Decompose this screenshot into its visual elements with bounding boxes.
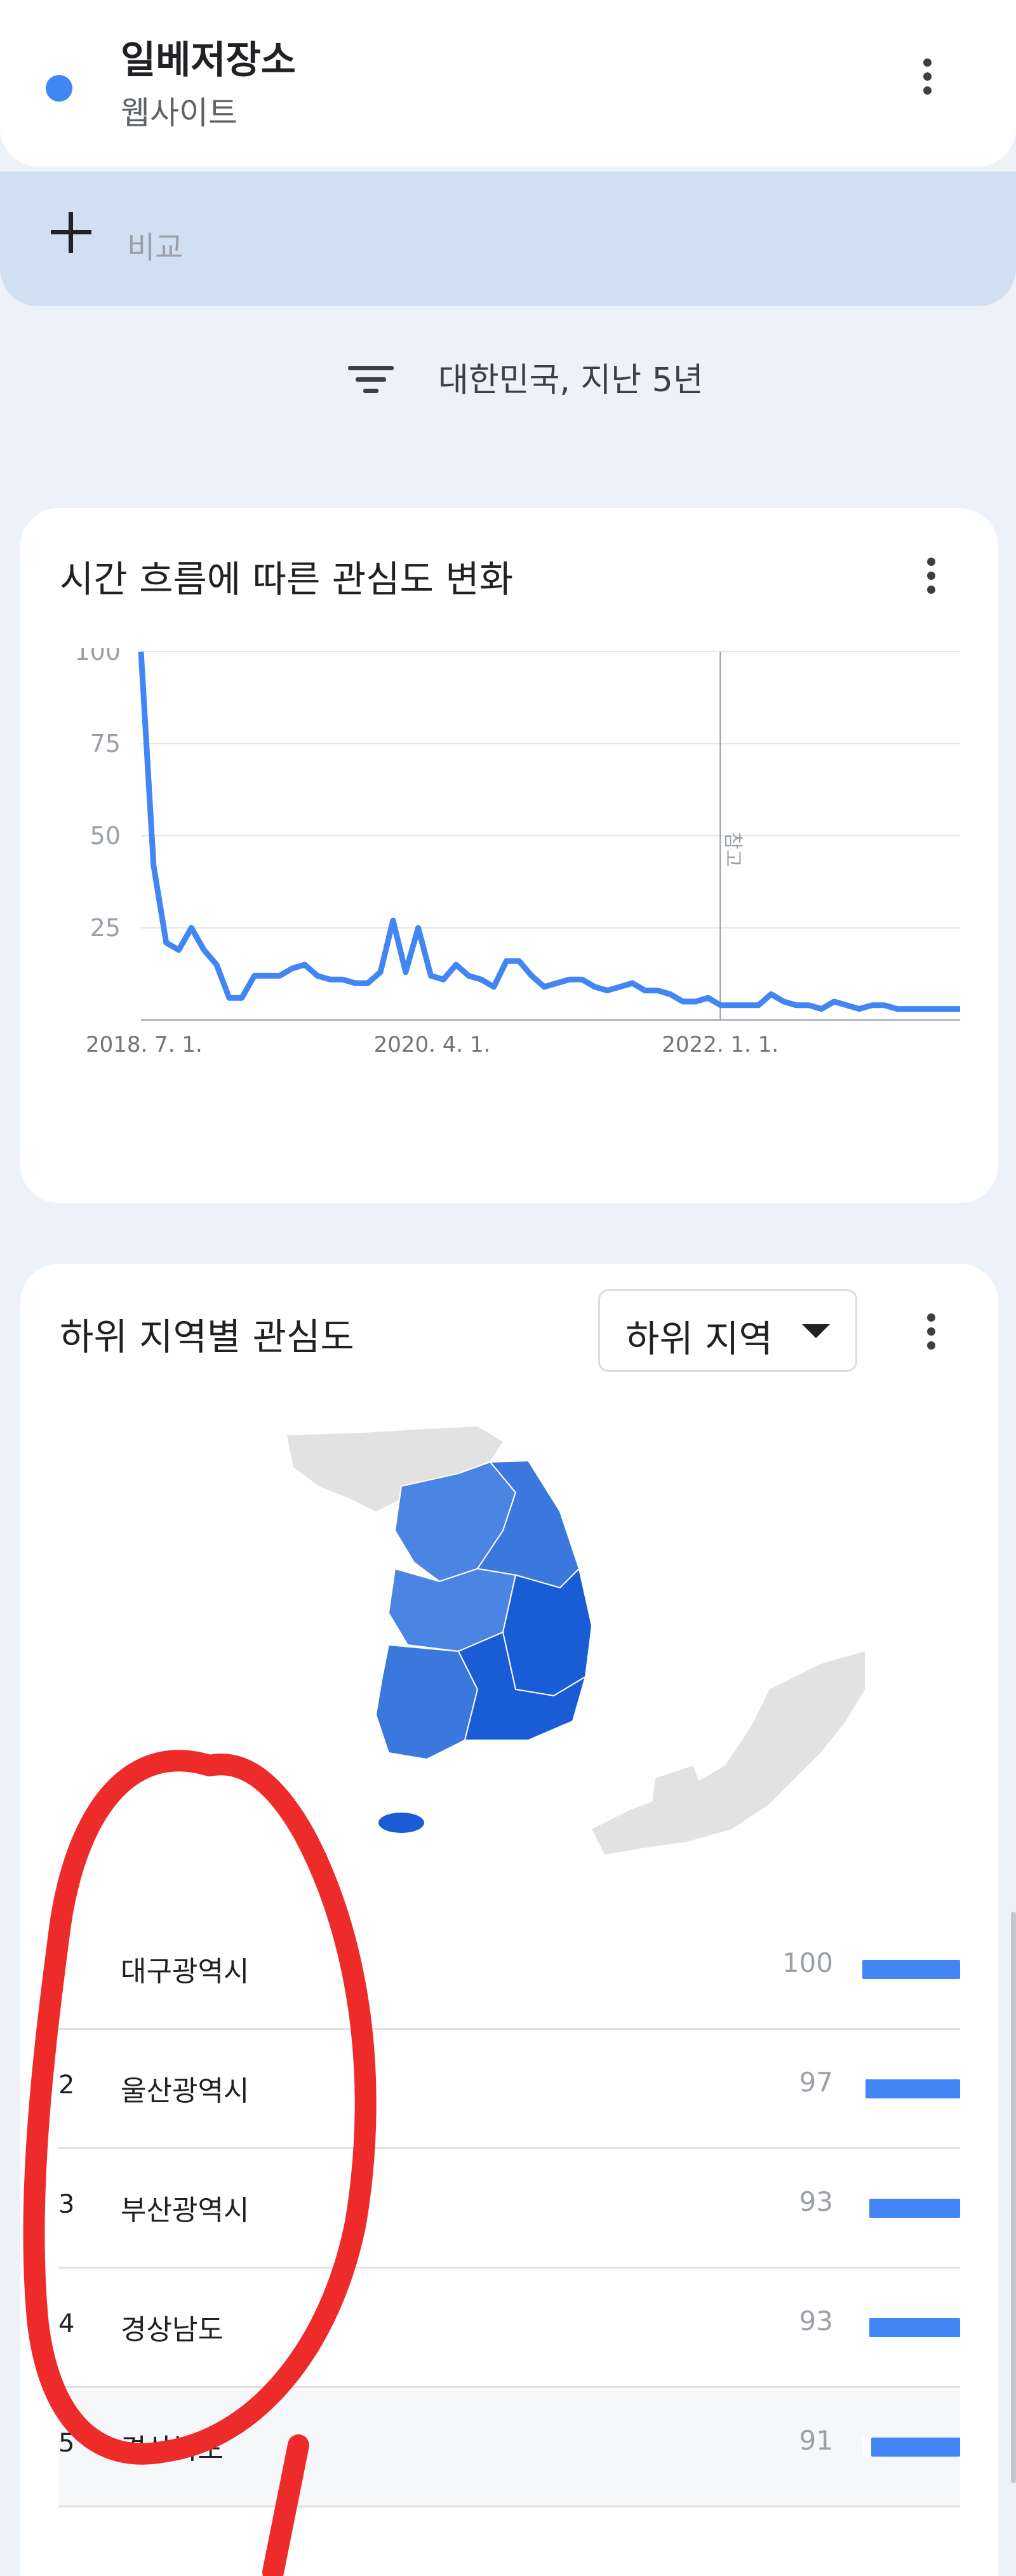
search-term-name: 일베저장소 [121,38,296,83]
korea-region-map[interactable] [20,1423,998,1893]
subregion-name: 경상북도 [121,2433,224,2465]
y-tick-label: 100 [74,648,121,666]
dropdown-arrow-icon [802,1324,830,1338]
subregion-resolution-dropdown[interactable]: 하위 지역 [598,1289,857,1372]
map-japan-region [592,1651,865,1855]
x-tick-label: 2018. 7. 1. [86,1032,203,1054]
map-region-jeolla [375,1644,479,1761]
subregion-rank: 5 [58,2429,75,2458]
series-line [138,651,960,1012]
subregion-value: 93 [799,2186,833,2217]
subregion-row[interactable]: 3 부산광역시 93 [58,2150,960,2269]
interest-by-subregion-card: 하위 지역별 관심도 하위 지역 대구광역시 100 2 울산광역시 97 3 부산광역시 9… [20,1264,998,2576]
y-tick-label: 75 [90,730,121,758]
compare-button[interactable]: 비교 [0,171,1016,306]
subregion-rank: 3 [58,2190,75,2219]
map-region-gyeongbuk [502,1567,593,1697]
search-term-card[interactable]: 일베저장소 웹사이트 [0,0,1016,166]
subregion-value: 97 [799,2067,833,2098]
subregion-rank: 4 [58,2309,75,2338]
compare-label: 비교 [127,230,184,265]
y-tick-label: 25 [90,914,121,942]
more-vert-icon[interactable] [918,1306,944,1357]
subregion-bar [871,2438,960,2457]
subregion-row[interactable]: 대구광역시 100 [58,1912,960,2030]
subregion-bar-track [862,2079,960,2098]
x-tick-label: 2022. 1. 1. [662,1032,779,1054]
x-axis-ticks: 2018. 7. 1. 2020. 4. 1. 2022. 1. 1. [86,1032,779,1054]
more-vert-icon[interactable] [914,51,940,102]
interest-over-time-title: 시간 흐름에 따른 관심도 변화 [60,558,514,601]
subregion-value: 100 [782,1947,833,1978]
subregion-value: 93 [799,2305,833,2337]
subregion-bar [869,2318,960,2337]
interest-by-subregion-title: 하위 지역별 관심도 [60,1315,354,1358]
filter-summary[interactable]: 대한민국, 지난 5년 [438,353,704,401]
scrollbar-thumb[interactable] [1011,1912,1016,2483]
subregion-bar-track [862,1960,960,1979]
y-tick-label: 50 [90,822,121,850]
subregion-name: 경상남도 [121,2314,224,2346]
series-layer [138,651,960,1012]
subregion-name: 울산광역시 [121,2075,250,2107]
subregion-bar [865,2079,960,2098]
subregion-row[interactable]: 2 울산광역시 97 [58,2031,960,2149]
chart-grid [141,651,960,1021]
more-vert-icon[interactable] [918,550,944,601]
note-marker-label[interactable]: 참고 [721,832,744,867]
subregion-name: 대구광역시 [121,1955,250,1988]
subregion-rank: 2 [58,2070,75,2100]
plus-icon [51,212,91,253]
subregion-bar-track [862,2199,960,2218]
subregion-row[interactable]: 5 경상북도 91 [58,2389,960,2507]
subregion-value: 91 [799,2425,833,2456]
subregion-row[interactable]: 4 경상남도 93 [58,2270,960,2388]
y-axis-ticks: 25 50 75 100 [74,648,121,942]
x-tick-label: 2020. 4. 1. [374,1032,491,1054]
series-color-dot [46,75,72,102]
map-region-jeju [378,1813,424,1833]
subregion-bar [869,2199,960,2218]
subregion-bar-track [862,2438,960,2457]
interest-line-chart[interactable]: 25 50 75 100 2018. 7. 1. 2020. 4. 1. 2022. 1.… [20,648,998,1054]
subregion-name: 부산광역시 [121,2194,250,2227]
subregion-bar-track [862,2318,960,2337]
search-term-type: 웹사이트 [121,95,237,131]
interest-over-time-card: 시간 흐름에 따른 관심도 변화 25 50 75 100 2018. 7. 1. 20… [20,508,998,1203]
dropdown-label: 하위 지역 [625,1317,773,1360]
subregion-bar [862,1960,960,1979]
filter-icon[interactable] [348,361,394,396]
